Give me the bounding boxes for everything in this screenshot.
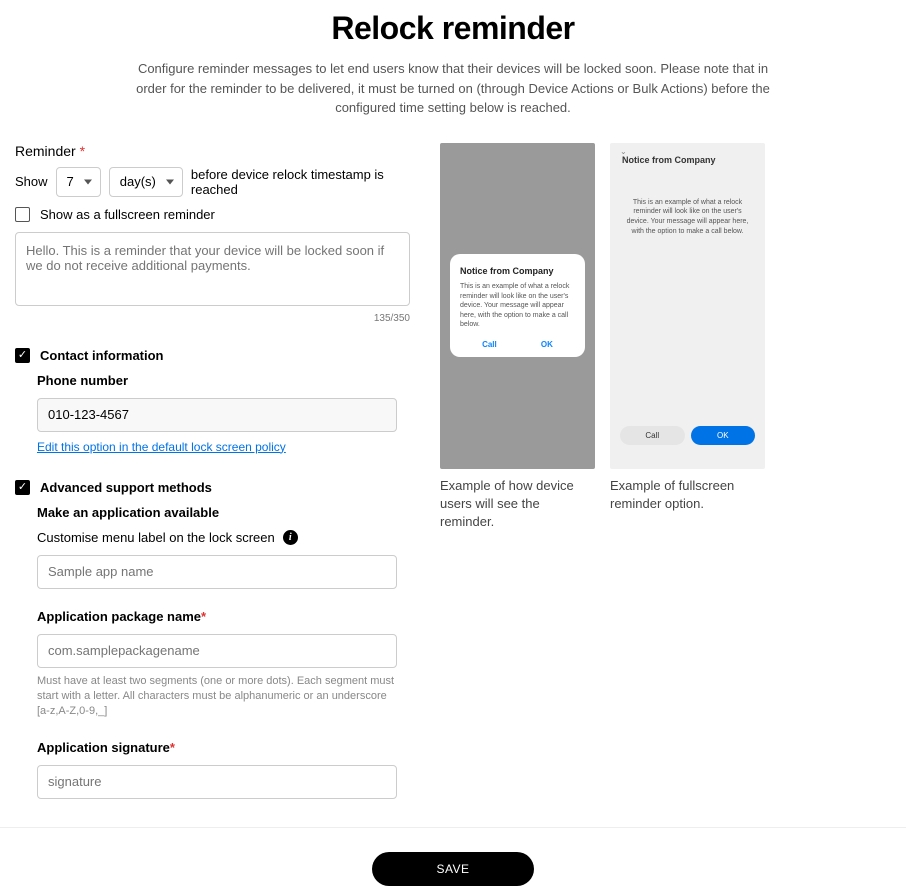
fullscreen-title: Notice from Company bbox=[622, 155, 716, 165]
signature-label: Application signature* bbox=[37, 740, 410, 755]
advanced-label: Advanced support methods bbox=[40, 480, 212, 495]
dialog-body: This is an example of what a relock remi… bbox=[460, 282, 575, 329]
dialog-call-btn: Call bbox=[482, 340, 497, 349]
fullscreen-caption: Example of fullscreen reminder option. bbox=[610, 477, 765, 513]
fullscreen-call-btn: Call bbox=[620, 426, 685, 445]
dialog-ok-btn: OK bbox=[541, 340, 553, 349]
reminder-label: Reminder * bbox=[15, 143, 410, 159]
contact-label: Contact information bbox=[40, 348, 164, 363]
show-label: Show bbox=[15, 174, 48, 189]
preview-fullscreen-example: ⌄ Notice from Company This is an example… bbox=[610, 143, 765, 513]
reminder-unit-select[interactable]: day(s) bbox=[109, 167, 183, 197]
fullscreen-body: This is an example of what a relock remi… bbox=[625, 198, 750, 237]
package-input[interactable] bbox=[37, 634, 397, 668]
phone-label: Phone number bbox=[37, 373, 410, 388]
phone-input[interactable] bbox=[37, 398, 397, 432]
app-name-input[interactable] bbox=[37, 555, 397, 589]
customise-label: Customise menu label on the lock screen bbox=[37, 530, 275, 545]
reminder-message-textarea[interactable] bbox=[15, 232, 410, 306]
reminder-suffix: before device relock timestamp is reache… bbox=[191, 167, 410, 197]
dialog-caption: Example of how device users will see the… bbox=[440, 477, 595, 532]
page-description: Configure reminder messages to let end u… bbox=[123, 59, 783, 118]
package-label: Application package name* bbox=[37, 609, 410, 624]
fullscreen-checkbox[interactable] bbox=[15, 207, 30, 222]
save-button[interactable]: SAVE bbox=[372, 852, 533, 886]
page-title: Relock reminder bbox=[15, 10, 891, 47]
preview-dialog-example: Notice from Company This is an example o… bbox=[440, 143, 595, 532]
package-helper: Must have at least two segments (one or … bbox=[37, 674, 397, 720]
dialog-title: Notice from Company bbox=[460, 266, 575, 276]
fullscreen-checkbox-label: Show as a fullscreen reminder bbox=[40, 207, 215, 222]
contact-checkbox[interactable] bbox=[15, 348, 30, 363]
advanced-checkbox[interactable] bbox=[15, 480, 30, 495]
signature-input[interactable] bbox=[37, 765, 397, 799]
make-available-label: Make an application available bbox=[37, 505, 410, 520]
char-count: 135/350 bbox=[15, 313, 410, 324]
reminder-number-select[interactable]: 7 bbox=[56, 167, 101, 197]
fullscreen-ok-btn: OK bbox=[691, 426, 756, 445]
info-icon[interactable]: i bbox=[283, 530, 298, 545]
edit-default-policy-link[interactable]: Edit this option in the default lock scr… bbox=[37, 440, 286, 454]
